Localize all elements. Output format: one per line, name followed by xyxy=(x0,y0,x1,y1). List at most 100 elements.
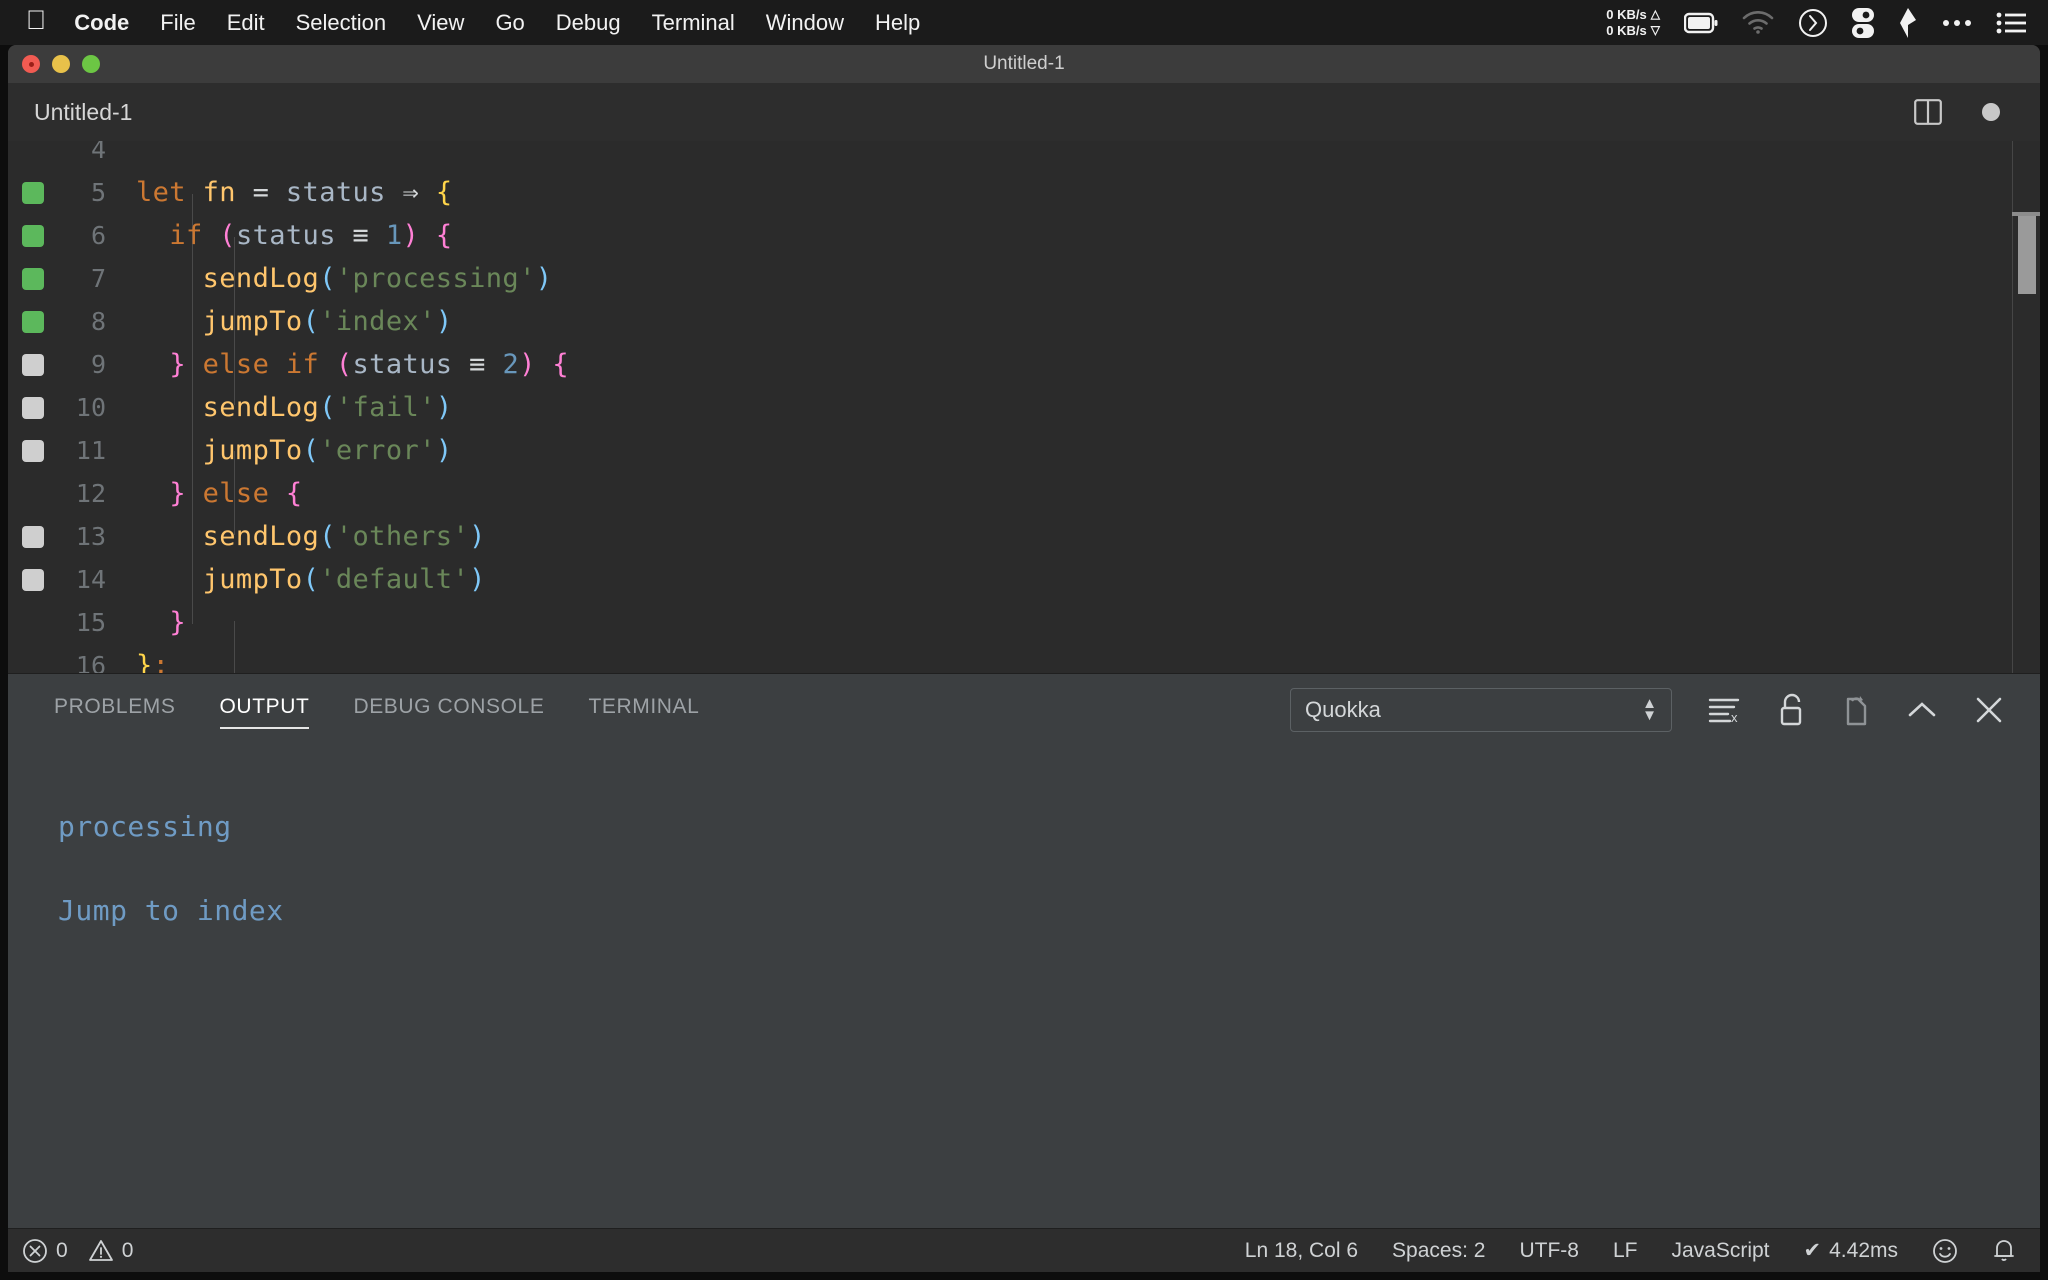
feedback-smiley-icon[interactable] xyxy=(1932,1238,1958,1264)
status-language-mode[interactable]: JavaScript xyxy=(1671,1239,1769,1263)
menu-item-window[interactable]: Window xyxy=(766,10,844,36)
line-content[interactable]: let fn = status ⇒ { xyxy=(124,177,452,208)
code-token: ( xyxy=(336,349,353,380)
menu-item-code[interactable]: Code xyxy=(74,10,129,36)
status-encoding[interactable]: UTF-8 xyxy=(1519,1239,1579,1263)
dropbox-icon[interactable] xyxy=(1898,8,1918,38)
menu-item-selection[interactable]: Selection xyxy=(296,10,387,36)
line-content[interactable]: } else if (status ≡ 2) { xyxy=(124,349,569,380)
code-token: } xyxy=(136,650,153,673)
wifi-icon[interactable] xyxy=(1742,11,1774,34)
code-editor[interactable]: 45let fn = status ⇒ {6 if (status ≡ 1) {… xyxy=(8,141,2040,673)
menu-item-edit[interactable]: Edit xyxy=(227,10,265,36)
unsaved-changes-indicator[interactable] xyxy=(1982,103,2000,121)
code-token: status xyxy=(353,349,453,380)
notifications-bell-icon[interactable] xyxy=(1992,1237,2016,1264)
code-token xyxy=(536,349,553,380)
clock-circle-icon[interactable] xyxy=(1798,8,1828,38)
tab-untitled-1[interactable]: Untitled-1 xyxy=(8,99,132,126)
unlock-scroll-icon[interactable] xyxy=(1778,693,1806,727)
code-token: sendLog xyxy=(203,392,320,423)
line-content[interactable]: jumpTo('index') xyxy=(124,306,452,337)
battery-icon[interactable] xyxy=(1684,12,1718,34)
output-channel-select[interactable]: Quokka ▲▼ xyxy=(1290,688,1672,732)
network-speed-indicator[interactable]: 0 KB/s△ 0 KB/s▽ xyxy=(1606,7,1660,38)
apple-logo-icon[interactable]:  xyxy=(26,7,46,34)
code-line[interactable]: 10 sendLog('fail') xyxy=(8,386,2040,429)
menu-item-view[interactable]: View xyxy=(417,10,464,36)
menu-item-terminal[interactable]: Terminal xyxy=(652,10,735,36)
line-content[interactable]: jumpTo('default') xyxy=(124,564,486,595)
split-editor-icon[interactable] xyxy=(1914,99,1942,125)
ellipsis-icon[interactable] xyxy=(1942,18,1972,28)
code-line[interactable]: 15 } xyxy=(8,601,2040,644)
code-line[interactable]: 14 jumpTo('default') xyxy=(8,558,2040,601)
code-token xyxy=(136,564,203,595)
menu-item-go[interactable]: Go xyxy=(495,10,524,36)
code-token: ) xyxy=(519,349,536,380)
code-token xyxy=(186,349,203,380)
status-cursor-position[interactable]: Ln 18, Col 6 xyxy=(1245,1239,1358,1263)
code-line[interactable]: 5let fn = status ⇒ { xyxy=(8,171,2040,214)
keyboard-toggle-icon[interactable] xyxy=(1852,8,1874,38)
line-content[interactable]: sendLog('processing') xyxy=(124,263,552,294)
menu-item-debug[interactable]: Debug xyxy=(556,10,621,36)
tab-output[interactable]: OUTPUT xyxy=(220,695,310,725)
open-in-editor-icon[interactable] xyxy=(1842,693,1870,727)
close-panel-icon[interactable] xyxy=(1974,695,2004,725)
upload-speed: 0 KB/s xyxy=(1606,7,1646,22)
scrollbar-thumb[interactable] xyxy=(2018,216,2036,294)
clear-output-icon[interactable]: x xyxy=(1708,695,1742,725)
line-content[interactable]: } xyxy=(124,607,186,638)
code-token: ) xyxy=(436,435,453,466)
warning-triangle-icon xyxy=(88,1238,114,1264)
output-line: Jump to index xyxy=(58,869,2040,953)
menu-item-file[interactable]: File xyxy=(160,10,195,36)
line-content[interactable]: if (status ≡ 1) { xyxy=(124,220,452,251)
status-quokka-timing[interactable]: ✔ 4.42ms xyxy=(1804,1238,1898,1263)
list-menu-icon[interactable] xyxy=(1996,12,2026,34)
status-errors[interactable]: 0 xyxy=(22,1238,68,1264)
code-token: ≡ xyxy=(469,349,486,380)
line-content[interactable]: }; xyxy=(124,650,169,673)
code-line[interactable]: 16}; xyxy=(8,644,2040,673)
status-eol[interactable]: LF xyxy=(1613,1239,1638,1263)
output-panel-body[interactable]: processing Jump to index xyxy=(8,745,2040,1270)
code-token xyxy=(136,220,169,251)
line-content[interactable]: } else { xyxy=(124,478,303,509)
code-line[interactable]: 12 } else { xyxy=(8,472,2040,515)
quokka-coverage-indicator xyxy=(22,440,44,462)
code-token: 1 xyxy=(386,220,403,251)
code-token: jumpTo xyxy=(203,435,303,466)
code-line[interactable]: 13 sendLog('others') xyxy=(8,515,2040,558)
tab-terminal[interactable]: TERMINAL xyxy=(588,695,699,725)
window-title: Untitled-1 xyxy=(8,53,2040,75)
code-token: ) xyxy=(536,263,553,294)
code-token: else xyxy=(203,349,270,380)
code-token xyxy=(452,349,469,380)
code-line[interactable]: 9 } else if (status ≡ 2) { xyxy=(8,343,2040,386)
tab-problems[interactable]: PROBLEMS xyxy=(54,695,176,725)
tab-debug-console[interactable]: DEBUG CONSOLE xyxy=(353,695,544,725)
code-token: if xyxy=(286,349,319,380)
menu-item-help[interactable]: Help xyxy=(875,10,920,36)
code-token xyxy=(369,220,386,251)
code-line[interactable]: 11 jumpTo('error') xyxy=(8,429,2040,472)
collapse-panel-icon[interactable] xyxy=(1906,698,1938,722)
code-token: ) xyxy=(469,521,486,552)
editor-scrollbar[interactable] xyxy=(2012,141,2040,673)
code-token: if xyxy=(169,220,202,251)
code-line[interactable]: 8 jumpTo('index') xyxy=(8,300,2040,343)
download-speed: 0 KB/s xyxy=(1606,23,1646,38)
code-line[interactable]: 4 xyxy=(8,141,2040,171)
code-line[interactable]: 7 sendLog('processing') xyxy=(8,257,2040,300)
line-content[interactable]: sendLog('others') xyxy=(124,521,486,552)
status-warnings[interactable]: 0 xyxy=(88,1238,134,1264)
panel-header: PROBLEMS OUTPUT DEBUG CONSOLE TERMINAL Q… xyxy=(8,673,2040,745)
line-content[interactable]: sendLog('fail') xyxy=(124,392,452,423)
line-content[interactable]: jumpTo('error') xyxy=(124,435,452,466)
code-line[interactable]: 6 if (status ≡ 1) { xyxy=(8,214,2040,257)
code-token xyxy=(269,177,286,208)
code-token xyxy=(186,177,203,208)
status-indentation[interactable]: Spaces: 2 xyxy=(1392,1239,1485,1263)
